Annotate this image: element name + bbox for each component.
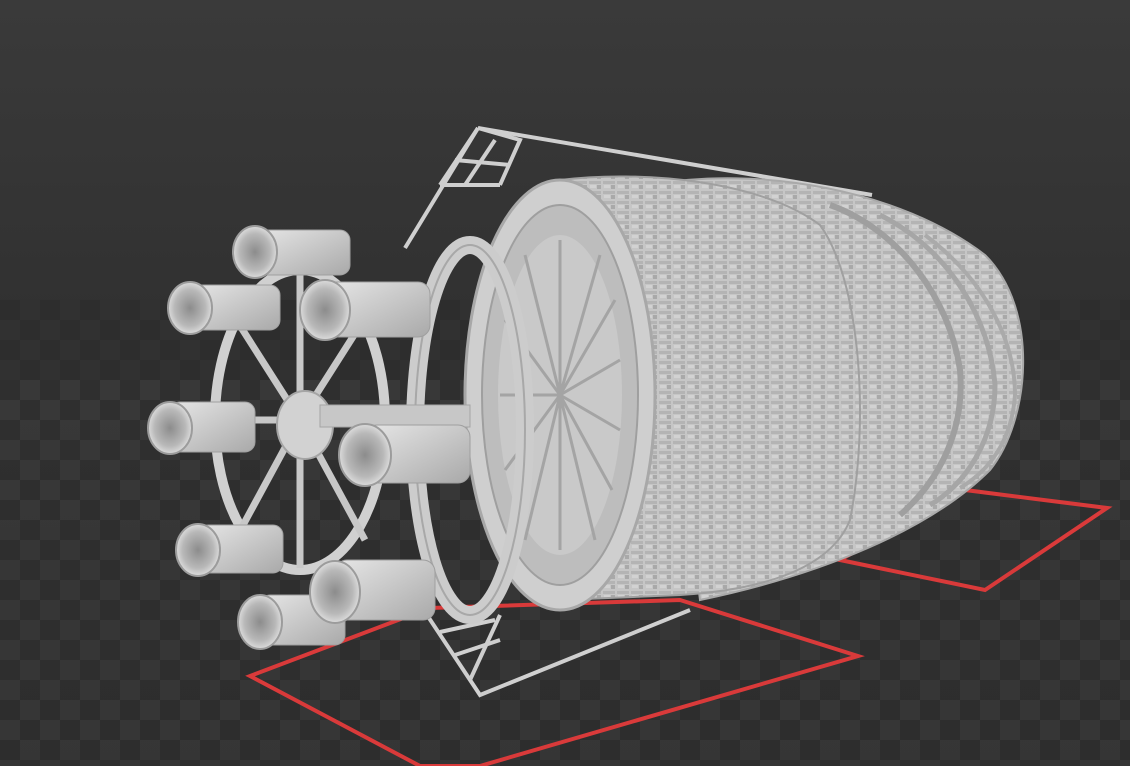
engine-pod-8 (309, 559, 436, 624)
engine-pod-3 (299, 279, 431, 341)
engine-pod-2 (167, 281, 281, 335)
3d-viewport[interactable] (0, 0, 1130, 766)
engine-pod-5 (338, 423, 471, 487)
scene-canvas[interactable] (0, 0, 1130, 766)
engine-pod-6 (175, 523, 284, 577)
engine-pod-4 (147, 401, 256, 455)
engine-pod-1 (232, 225, 351, 279)
